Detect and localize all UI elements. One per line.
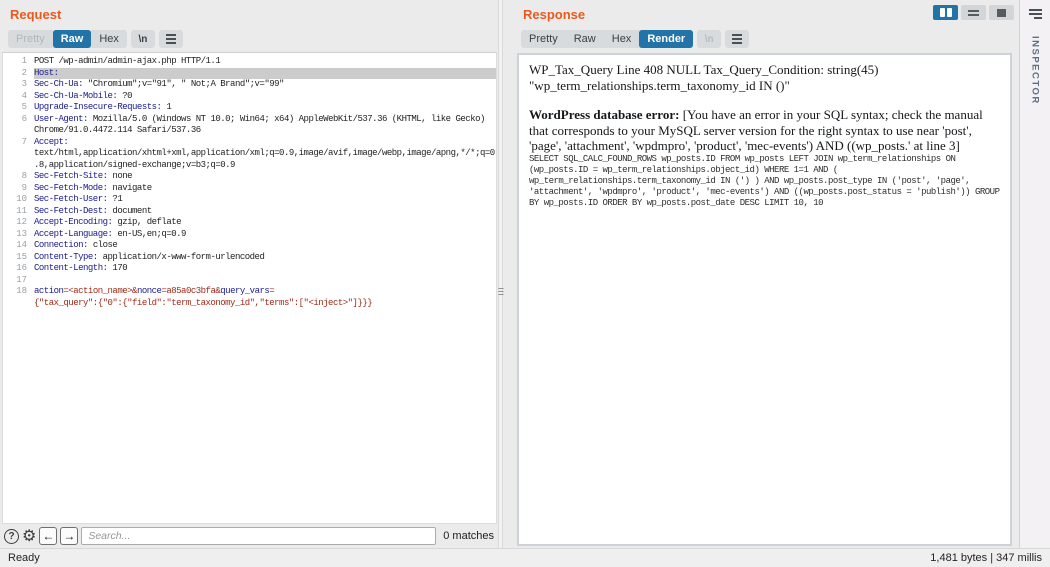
response-tab-bar: Pretty Raw Hex Render \n bbox=[521, 30, 750, 48]
line-number: 10 bbox=[16, 194, 27, 204]
line-number bbox=[7, 125, 27, 137]
request-line: 2 Host: bbox=[7, 67, 496, 79]
status-text: Ready bbox=[8, 552, 40, 564]
line-number: 4 bbox=[21, 90, 27, 101]
line-number: 5 bbox=[21, 102, 27, 112]
inspector-label[interactable]: INSPECTOR bbox=[1030, 36, 1041, 105]
response-panel: Response Pretty Raw Hex Render \n WP_Tax_Qu… bbox=[503, 0, 1019, 548]
request-search-bar: ? ⚙ ← → 0 matches bbox=[4, 526, 496, 546]
line-number: 2 bbox=[21, 67, 27, 78]
layout-single-button[interactable] bbox=[989, 5, 1014, 20]
tab-render[interactable]: Render bbox=[639, 30, 694, 48]
help-icon[interactable]: ? bbox=[4, 528, 19, 544]
request-line: 11 Sec-Fetch-Dest: document bbox=[7, 206, 496, 218]
line-number: 13 bbox=[16, 228, 27, 239]
layout-rows-button[interactable] bbox=[961, 5, 986, 20]
request-line: 14 Connection: close bbox=[7, 240, 496, 252]
request-line: 10 Sec-Fetch-User: ?1 bbox=[7, 194, 496, 206]
request-line: 16 Content-Length: 170 bbox=[7, 263, 496, 275]
search-input[interactable] bbox=[81, 527, 437, 545]
response-panel-title: Response bbox=[523, 7, 586, 22]
request-newline-toggle-button[interactable]: \n bbox=[130, 30, 155, 48]
tab-pretty: Pretty bbox=[16, 33, 45, 45]
request-line: Chrome/91.0.4472.114 Safari/537.36 bbox=[7, 125, 496, 137]
line-number: 12 bbox=[16, 217, 27, 227]
render-debug-line: WP_Tax_Query Line 408 NULL Tax_Query_Con… bbox=[529, 62, 879, 93]
request-line: {"tax_query":{"0":{"field":"term_taxonom… bbox=[7, 298, 496, 310]
response-tab-group: Pretty Raw Hex Render bbox=[521, 30, 694, 48]
request-line: 3 Sec-Ch-Ua: "Chromium";v="91", " Not;A B… bbox=[7, 79, 496, 91]
line-number: 9 bbox=[21, 182, 27, 193]
line-number: 3 bbox=[21, 79, 27, 89]
wordpress-error-label: WordPress database error: bbox=[529, 107, 680, 122]
request-panel: Request Pretty Raw Hex \n 1 POST /wp-admin/… bbox=[0, 0, 498, 548]
inspector-sidebar[interactable]: INSPECTOR bbox=[1019, 0, 1050, 548]
single-pane-icon bbox=[997, 8, 1006, 17]
status-bar: Ready 1,481 bytes | 347 millis bbox=[0, 548, 1050, 567]
request-line: 4 Sec-Ch-Ua-Mobile: ?0 bbox=[7, 91, 496, 103]
request-panel-title: Request bbox=[10, 7, 62, 22]
search-next-button[interactable]: → bbox=[60, 527, 79, 545]
line-number: 18 bbox=[16, 286, 27, 296]
inspector-collapse-icon[interactable] bbox=[1028, 9, 1042, 19]
request-line: 1 POST /wp-admin/admin-ajax.php HTTP/1.1 bbox=[7, 56, 496, 68]
tab-hex[interactable]: Hex bbox=[91, 30, 127, 48]
tab-raw[interactable]: Raw bbox=[52, 30, 92, 48]
line-number: 16 bbox=[16, 263, 27, 273]
request-tab-bar: Pretty Raw Hex \n bbox=[8, 30, 183, 48]
line-number: 15 bbox=[16, 251, 27, 262]
layout-buttons bbox=[933, 5, 1014, 20]
line-number: 6 bbox=[21, 113, 27, 124]
request-line: text/html,application/xhtml+xml,applicat… bbox=[7, 148, 496, 160]
request-line: 18 action=<action_name>&nonce=a85a0c3bfa&… bbox=[7, 286, 496, 298]
line-number bbox=[7, 148, 27, 160]
gear-icon[interactable]: ⚙ bbox=[22, 528, 36, 544]
render-error-paragraph: WordPress database error: [You have an e… bbox=[529, 107, 1000, 154]
response-render-view[interactable]: WP_Tax_Query Line 408 NULL Tax_Query_Con… bbox=[517, 53, 1012, 546]
response-metrics: 1,481 bytes | 347 millis bbox=[930, 552, 1042, 564]
search-prev-button[interactable]: ← bbox=[39, 527, 58, 545]
request-line: 13 Accept-Language: en-US,en;q=0.9 bbox=[7, 229, 496, 241]
tab-hex[interactable]: Hex bbox=[604, 30, 640, 48]
request-editor[interactable]: 1 POST /wp-admin/admin-ajax.php HTTP/1.1 2… bbox=[2, 52, 497, 524]
tab-raw[interactable]: Raw bbox=[566, 30, 604, 48]
line-number: 17 bbox=[16, 274, 27, 285]
hamburger-icon bbox=[165, 34, 176, 44]
render-sql-query: SELECT SQL_CALC_FOUND_ROWS wp_posts.ID F… bbox=[529, 153, 1000, 208]
request-line: 7 Accept: bbox=[7, 137, 496, 149]
request-line: 12 Accept-Encoding: gzip, deflate bbox=[7, 217, 496, 229]
layout-columns-button[interactable] bbox=[933, 5, 958, 20]
request-line: 8 Sec-Fetch-Site: none bbox=[7, 171, 496, 183]
response-newline-toggle-button: \n bbox=[697, 30, 722, 48]
request-menu-button[interactable] bbox=[158, 30, 183, 48]
tab-pretty[interactable]: Pretty bbox=[521, 30, 566, 48]
hamburger-icon bbox=[732, 34, 743, 44]
request-line: 5 Upgrade-Insecure-Requests: 1 bbox=[7, 102, 496, 114]
line-number: 11 bbox=[16, 205, 27, 216]
line-number: 7 bbox=[21, 136, 27, 147]
request-tab-group: Pretty Raw Hex bbox=[8, 30, 127, 48]
line-number: 8 bbox=[21, 171, 27, 181]
request-line: 15 Content-Type: application/x-www-form-u… bbox=[7, 252, 496, 264]
line-number bbox=[7, 160, 27, 172]
response-menu-button[interactable] bbox=[725, 30, 750, 48]
request-line: 17 bbox=[7, 275, 496, 287]
line-number: 1 bbox=[21, 56, 27, 66]
request-line: .8,application/signed-exchange;v=b3;q=0.… bbox=[7, 160, 496, 172]
search-match-count: 0 matches bbox=[443, 530, 494, 542]
line-number: 14 bbox=[16, 240, 27, 250]
rows-icon bbox=[968, 9, 979, 16]
columns-icon bbox=[939, 8, 945, 17]
line-number bbox=[7, 298, 27, 310]
request-line: 6 User-Agent: Mozilla/5.0 (Windows NT 10.… bbox=[7, 114, 496, 126]
request-line: 9 Sec-Fetch-Mode: navigate bbox=[7, 183, 496, 195]
